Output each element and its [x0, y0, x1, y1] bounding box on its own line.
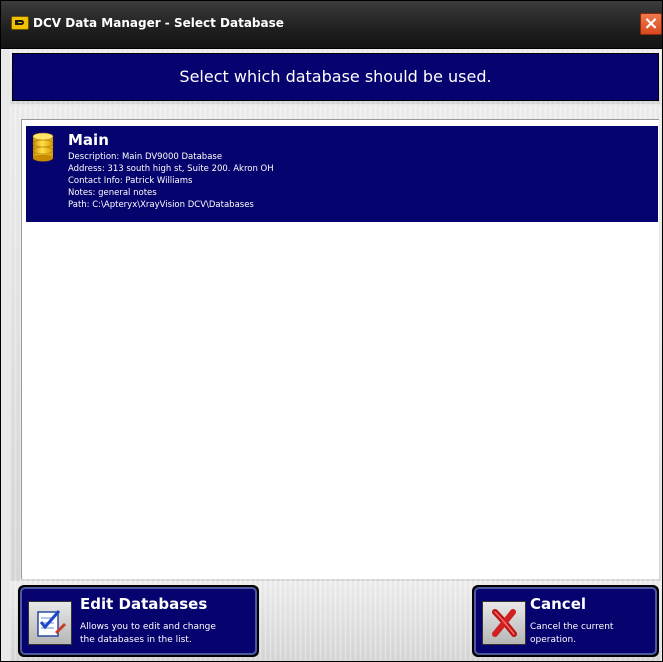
edit-desc-line-2: the databases in the list. — [80, 635, 192, 645]
database-address: Address: 313 south high st, Suite 200. A… — [68, 164, 274, 174]
edit-databases-description: Allows you to edit and change the databa… — [80, 621, 216, 647]
database-list[interactable]: Main Description: Main DV9000 Database A… — [21, 119, 659, 579]
database-icon — [32, 132, 54, 162]
database-list-item-main[interactable]: Main Description: Main DV9000 Database A… — [26, 126, 658, 222]
edit-databases-button-face[interactable]: Edit Databases Allows you to edit and ch… — [20, 587, 257, 655]
cancel-button[interactable]: Cancel Cancel the current operation. — [472, 585, 659, 657]
cancel-title: Cancel — [530, 595, 587, 613]
select-database-window: DCV Data Manager - Select Database × Sel… — [0, 0, 663, 662]
red-x-icon — [482, 601, 526, 645]
header-prompt: Select which database should be used. — [179, 67, 492, 86]
app-icon — [11, 16, 29, 30]
cancel-description: Cancel the current operation. — [530, 621, 613, 647]
cancel-button-face[interactable]: Cancel Cancel the current operation. — [474, 587, 657, 655]
cancel-desc-line-1: Cancel the current — [530, 622, 614, 632]
header-panel: Select which database should be used. — [12, 53, 659, 101]
close-button[interactable]: × — [640, 13, 662, 35]
database-name: Main — [68, 131, 109, 149]
database-contact: Contact Info: Patrick Williams — [68, 176, 193, 186]
database-notes: Notes: general notes — [68, 188, 157, 198]
edit-desc-line-1: Allows you to edit and change — [80, 622, 216, 632]
edit-databases-title: Edit Databases — [80, 595, 208, 613]
title-bar[interactable]: DCV Data Manager - Select Database × — [1, 1, 662, 49]
database-description: Description: Main DV9000 Database — [68, 152, 223, 162]
edit-checklist-icon — [28, 601, 72, 645]
cancel-desc-line-2: operation. — [530, 635, 577, 645]
window-title: DCV Data Manager - Select Database — [33, 16, 284, 30]
database-path: Path: C:\Apteryx\XrayVision DCV\Database… — [68, 200, 254, 210]
edit-databases-button[interactable]: Edit Databases Allows you to edit and ch… — [18, 585, 259, 657]
